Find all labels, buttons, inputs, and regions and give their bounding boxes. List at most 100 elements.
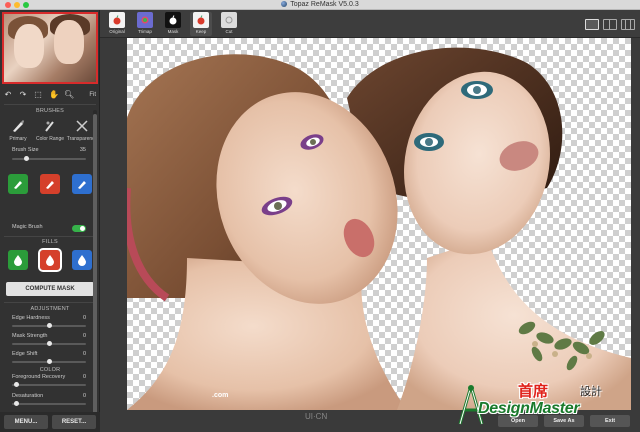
redo-icon[interactable]: ↷ (19, 91, 27, 99)
app-icon (281, 1, 288, 7)
center-watermark: UI·CN (305, 412, 328, 421)
brush-size-slider[interactable] (12, 156, 86, 161)
adjustment-header: ADJUSTMENT (30, 306, 70, 312)
transparency-brush-icon (76, 120, 88, 132)
logo-english: DesignMaster (478, 400, 580, 417)
navigation-tools: ↶ ↷ ⬚ ✋ 🔍︎ Fit (0, 88, 100, 102)
zoom-icon[interactable]: 🔍︎ (64, 91, 74, 99)
edge-shift-slider[interactable] (12, 359, 86, 364)
edge-shift-knob[interactable] (47, 359, 52, 364)
brush-color-range-label: Color Range (35, 136, 65, 142)
mode-mask-label: Mask (167, 29, 179, 34)
edge-hardness-label: Edge Hardness (12, 315, 50, 321)
logo-chinese-sub: 設計 (580, 385, 602, 398)
brush-color-buttons (8, 174, 92, 194)
thumb-face-right (54, 20, 84, 64)
cut-icon (225, 16, 233, 24)
cut-fill-button[interactable] (38, 248, 62, 272)
scrollbar-thumb[interactable] (93, 114, 97, 414)
edge-hardness-slider[interactable] (12, 323, 86, 328)
cut-brush-icon (46, 181, 54, 189)
mask-strength-slider[interactable] (12, 341, 86, 346)
keep-fill-button[interactable] (8, 250, 28, 270)
left-panel: ↶ ↷ ⬚ ✋ 🔍︎ Fit BRUSHES Primary Color Ran… (0, 10, 100, 418)
mode-trimap[interactable]: Trimap (134, 12, 156, 36)
mode-trimap-label: Trimap (138, 29, 152, 34)
brush-primary[interactable]: Primary (2, 116, 34, 148)
logo-chinese-main: 首席 (518, 382, 549, 400)
reset-button[interactable]: RESET... (52, 415, 96, 429)
color-range-brush-icon (45, 121, 54, 132)
mode-trimap-box (137, 12, 153, 28)
drop-icon (14, 255, 22, 266)
split-view-button[interactable] (603, 19, 617, 30)
pen-icon (13, 120, 24, 132)
title-bar: Topaz ReMask V5.0.3 (0, 0, 640, 10)
marquee-icon[interactable]: ⬚ (34, 91, 42, 99)
canvas-gutter-left (100, 38, 127, 412)
image-canvas[interactable] (127, 38, 631, 410)
apple-icon (197, 15, 205, 25)
mode-original[interactable]: Original (106, 12, 128, 36)
edge-hardness-knob[interactable] (47, 323, 52, 328)
fills-header: FILLS (42, 239, 58, 245)
triple-view-button[interactable] (621, 19, 635, 30)
brush-color-range-glyph (34, 116, 66, 136)
desaturation-knob[interactable] (14, 401, 19, 406)
foreground-recovery-knob[interactable] (14, 382, 19, 387)
brush-selector: Primary Color Range Transparency (2, 116, 98, 148)
magic-brush-label: Magic Brush (12, 224, 43, 230)
designmaster-logo: 首席 設計 DesignMaster (458, 380, 638, 430)
magic-brush-toggle[interactable] (72, 225, 86, 232)
brush-color-range[interactable]: Color Range (34, 116, 66, 148)
menu-button[interactable]: MENU... (4, 415, 48, 429)
cut-brush-button[interactable] (40, 174, 60, 194)
canvas-gutter-right (631, 38, 640, 412)
drop-icon (78, 255, 86, 266)
keep-brush-icon (14, 181, 22, 189)
bottom-left-bar: MENU... RESET... (0, 412, 100, 432)
foreground-recovery-slider[interactable] (12, 382, 86, 387)
brush-primary-glyph (2, 116, 34, 136)
mask-strength-knob[interactable] (47, 341, 52, 346)
mode-cut[interactable]: Cut (218, 12, 240, 36)
trimap-icon (141, 16, 149, 24)
desaturation-slider[interactable] (12, 401, 86, 406)
undo-icon[interactable]: ↶ (4, 91, 12, 99)
mask-strength-label: Mask Strength (12, 333, 48, 339)
color-header: COLOR (39, 367, 61, 373)
mode-mask[interactable]: Mask (162, 12, 184, 36)
single-view-button[interactable] (585, 19, 599, 30)
mask-icon (169, 15, 177, 25)
navigator-thumbnail[interactable] (2, 12, 98, 84)
edge-shift-value: 0 (82, 351, 86, 357)
edge-shift-label: Edge Shift (12, 351, 38, 357)
keep-brush-button[interactable] (8, 174, 28, 194)
panel-scrollbar[interactable] (93, 110, 97, 418)
zoom-level[interactable]: Fit (89, 92, 96, 98)
apple-icon (113, 15, 121, 25)
foreground-recovery-value: 0 (82, 374, 86, 380)
drop-icon (46, 255, 54, 266)
app-window: Topaz ReMask V5.0.3 ↶ ↷ ⬚ ✋ 🔍︎ Fit BRUSH… (0, 0, 640, 432)
mode-keep-label: Keep (195, 29, 207, 34)
view-mode-toolbar: Original Trimap Mask Keep Cut (100, 10, 640, 38)
compute-fill-button[interactable] (72, 250, 92, 270)
brush-size-value: 35 (79, 147, 86, 153)
thumb-face-left (14, 24, 44, 68)
brush-size-knob[interactable] (24, 156, 29, 161)
mode-original-box (109, 12, 125, 28)
compute-brush-button[interactable] (72, 174, 92, 194)
compute-mask-button[interactable]: COMPUTE MASK (6, 282, 94, 296)
triple-view-divider-b (630, 20, 631, 29)
triple-view-divider-a (625, 20, 626, 29)
hand-icon[interactable]: ✋ (49, 91, 59, 99)
edge-hardness-value: 0 (82, 315, 86, 321)
foreground-recovery-label: Foreground Recovery (12, 374, 66, 380)
divider (4, 236, 96, 237)
split-view-divider (609, 20, 610, 29)
mode-keep-box (193, 12, 209, 28)
mode-original-label: Original (109, 29, 125, 34)
fill-buttons (8, 248, 92, 272)
mode-keep[interactable]: Keep (190, 12, 212, 36)
